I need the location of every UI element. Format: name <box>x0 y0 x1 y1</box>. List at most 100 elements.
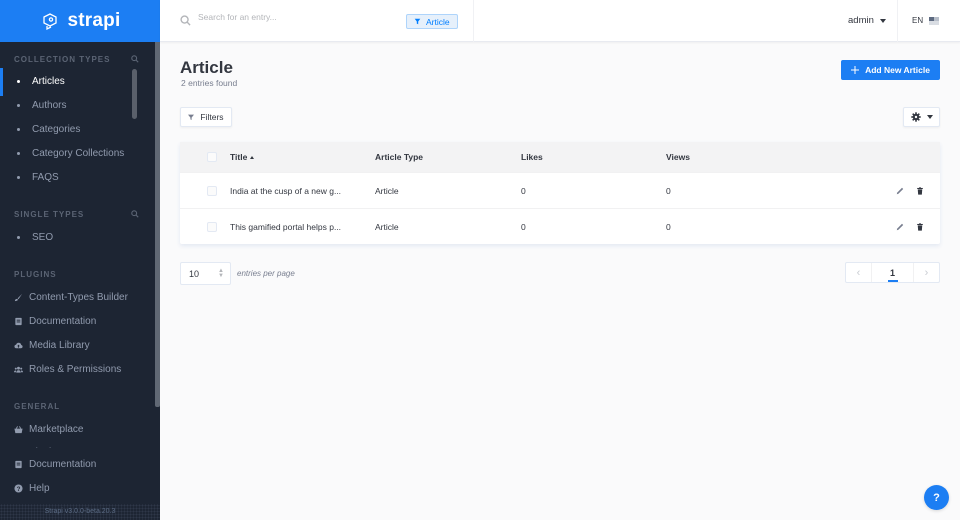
search-icon[interactable] <box>131 210 139 218</box>
collection-types-scrollbar[interactable] <box>132 69 137 119</box>
entries-table: Title Article Type Likes Views India at … <box>180 142 940 244</box>
sidebar-item-roles-permissions[interactable]: Roles & Permissions <box>14 364 121 375</box>
sidebar-item-label: Documentation <box>29 459 97 470</box>
cell-title: India at the cusp of a new g... <box>230 185 342 196</box>
svg-text:?: ? <box>17 486 21 493</box>
caret-down-icon <box>926 115 933 119</box>
bullet-icon <box>17 176 20 179</box>
user-name: admin <box>848 15 874 26</box>
book-icon <box>15 460 22 469</box>
sidebar-item-faqs[interactable]: FAQS <box>14 172 59 183</box>
sidebar-footer: Documentation ? Help Strapi v3.0.0-beta.… <box>0 448 160 520</box>
sidebar-item-categories[interactable]: Categories <box>14 124 80 135</box>
sidebar-item-label: Authors <box>32 100 67 111</box>
search-filter-tag-label: Article <box>426 16 450 27</box>
column-header-likes[interactable]: Likes <box>521 152 543 162</box>
entries-per-page-select[interactable]: 10 ▲ ▼ <box>180 262 231 285</box>
next-page-button[interactable]: › <box>914 263 939 282</box>
edit-pencil-icon[interactable] <box>896 187 904 195</box>
search-icon[interactable] <box>131 55 139 63</box>
sidebar-scrollbar[interactable] <box>155 42 160 407</box>
row-checkbox[interactable] <box>207 185 217 196</box>
section-general: General <box>14 402 61 411</box>
column-header-title[interactable]: Title <box>230 152 255 162</box>
select-all-checkbox[interactable] <box>207 152 217 162</box>
question-circle-icon: ? <box>14 484 23 493</box>
sidebar-footer-help[interactable]: ? Help <box>14 483 50 494</box>
sidebar-item-label: Media Library <box>29 340 90 351</box>
cell-title: This gamified portal helps p... <box>230 221 342 232</box>
column-header-article-type[interactable]: Article Type <box>375 152 423 162</box>
trash-icon[interactable] <box>916 222 924 231</box>
row-checkbox[interactable] <box>207 221 217 232</box>
sidebar-item-label: Articles <box>32 76 65 87</box>
sidebar-item-marketplace[interactable]: Marketplace <box>14 424 83 435</box>
sidebar-item-media-library[interactable]: Media Library <box>14 340 90 351</box>
language-code: EN <box>912 16 924 25</box>
sidebar-footer-documentation[interactable]: Documentation <box>14 459 96 470</box>
cell-likes: 0 <box>521 185 526 196</box>
section-collection-types: Collection Types <box>14 55 111 64</box>
per-page-value: 10 <box>189 268 200 279</box>
bullet-icon <box>17 104 20 107</box>
sidebar-item-seo[interactable]: SEO <box>14 232 53 243</box>
pagination: ‹ 1 › <box>845 262 940 283</box>
filter-icon <box>188 114 195 120</box>
book-icon <box>15 317 22 326</box>
sidebar-item-documentation[interactable]: Documentation <box>14 316 96 327</box>
sidebar-item-label: Categories <box>32 124 81 135</box>
sidebar-item-articles[interactable]: Articles <box>14 76 65 87</box>
sidebar-item-label: Help <box>29 483 50 494</box>
shopping-basket-icon <box>14 426 23 434</box>
users-icon <box>14 366 23 373</box>
sidebar-item-label: Roles & Permissions <box>29 364 122 375</box>
sidebar-item-label: SEO <box>32 232 54 243</box>
search-filter-tag[interactable]: Article <box>406 14 458 29</box>
per-page-label: entries per page <box>237 269 295 278</box>
sidebar-item-authors[interactable]: Authors <box>14 100 66 111</box>
bullet-icon <box>17 128 20 131</box>
sidebar-item-category-collections[interactable]: Category Collections <box>14 148 124 159</box>
us-flag-icon <box>929 16 940 25</box>
cell-likes: 0 <box>521 221 526 232</box>
section-single-types: Single Types <box>14 210 85 219</box>
add-new-article-button[interactable]: Add New Article <box>841 60 940 80</box>
select-updown-icon: ▲ ▼ <box>218 268 224 279</box>
cell-views: 0 <box>666 221 671 232</box>
sidebar-item-label: Category Collections <box>32 148 125 159</box>
table-row[interactable]: India at the cusp of a new g... Article … <box>180 172 940 208</box>
column-title-label: Title <box>230 152 248 162</box>
user-menu[interactable]: admin <box>848 15 886 26</box>
edit-pencil-icon[interactable] <box>896 223 904 231</box>
sort-asc-icon <box>250 156 255 160</box>
language-switcher[interactable]: EN <box>912 16 940 25</box>
filters-button[interactable]: Filters <box>180 107 232 127</box>
brand-logo[interactable]: strapi <box>0 0 160 42</box>
list-settings-button[interactable] <box>903 107 940 127</box>
help-button[interactable]: ? <box>924 485 949 510</box>
current-page[interactable]: 1 <box>871 263 914 282</box>
sidebar-item-content-types-builder[interactable]: Content-Types Builder <box>14 292 128 303</box>
paint-brush-icon <box>14 293 23 302</box>
header-divider <box>897 0 898 42</box>
column-header-views[interactable]: Views <box>666 152 690 162</box>
plus-icon <box>851 66 860 74</box>
bullet-icon <box>17 152 20 155</box>
cell-views: 0 <box>666 185 671 196</box>
cloud-upload-icon <box>14 342 23 349</box>
sidebar-item-label: FAQS <box>32 172 59 183</box>
app-version: Strapi v3.0.0-beta.20.3 <box>0 504 160 520</box>
caret-down-icon <box>879 18 886 23</box>
table-row[interactable]: This gamified portal helps p... Article … <box>180 208 940 244</box>
prev-page-button[interactable]: ‹ <box>846 263 871 282</box>
sidebar-item-label: Documentation <box>29 316 97 327</box>
sidebar-item-label: Content-Types Builder <box>29 292 128 303</box>
search-input[interactable] <box>198 12 398 22</box>
sidebar-item-label: Marketplace <box>29 424 84 435</box>
cell-article-type: Article <box>375 185 399 196</box>
strapi-logo-icon <box>42 13 57 31</box>
trash-icon[interactable] <box>916 186 924 195</box>
header-divider <box>473 0 474 42</box>
search-icon <box>180 15 191 26</box>
sidebar: strapi Collection Types Articles Authors… <box>0 0 160 520</box>
